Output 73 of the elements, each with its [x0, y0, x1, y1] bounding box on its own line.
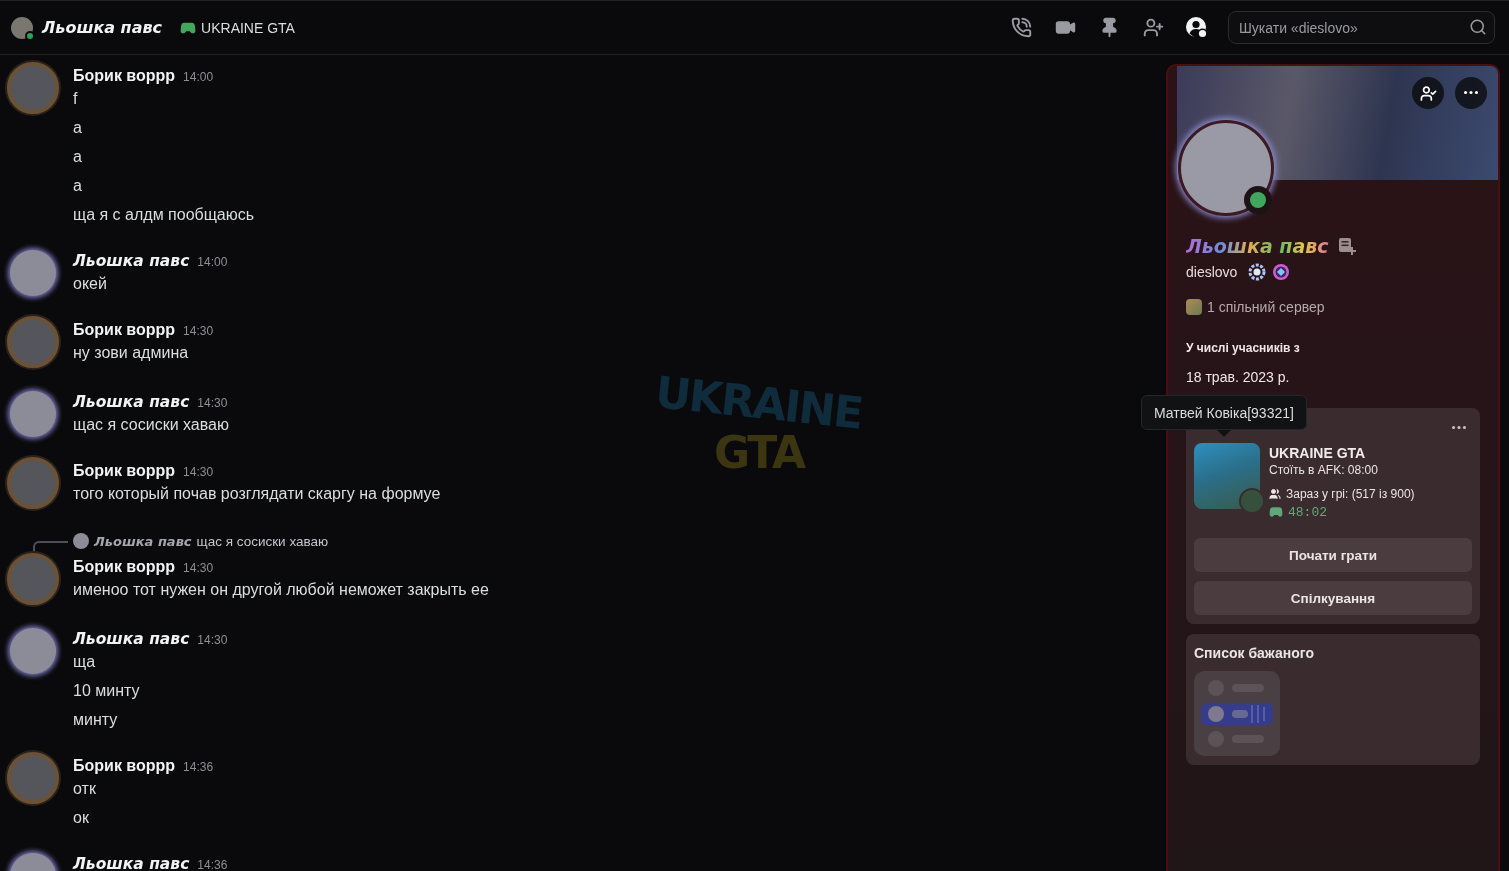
message-text: 10 минту	[73, 681, 140, 701]
timestamp: 14:30	[197, 396, 228, 410]
message-text: минту	[73, 710, 118, 730]
reply-preview[interactable]: щас я сосиски хаваю	[196, 533, 329, 549]
activity-button[interactable]: Спілкування	[1194, 581, 1472, 615]
avatar-placeholder[interactable]	[73, 533, 89, 549]
game-title: UKRAINE GTA	[1269, 444, 1366, 462]
people-icon	[1269, 488, 1281, 500]
note-icon[interactable]	[1337, 237, 1356, 255]
search-icon[interactable]	[1469, 18, 1487, 36]
wishlist-title: Список бажаного	[1194, 644, 1314, 662]
tooltip: Матвей Ковіка[93321]	[1141, 395, 1307, 430]
ellipsis-icon[interactable]	[1452, 426, 1466, 430]
message-text: а	[73, 147, 82, 167]
search-field[interactable]: Шукати «dieslovo»	[1228, 11, 1495, 44]
timestamp: 14:30	[183, 324, 214, 338]
timestamp: 14:36	[183, 760, 214, 774]
friend-button[interactable]	[1412, 77, 1444, 109]
add-person-icon[interactable]	[1142, 17, 1164, 38]
section-label: У числі учасників з	[1186, 340, 1300, 356]
avatar-placeholder[interactable]	[10, 391, 56, 437]
username: dieslovo	[1186, 264, 1238, 280]
message-text: щас я сосиски хаваю	[73, 415, 229, 435]
avatar-placeholder[interactable]	[10, 628, 56, 674]
author-name[interactable]: Борик воррр	[73, 556, 176, 578]
author-name[interactable]: Борик воррр	[73, 65, 176, 87]
author-name[interactable]: Борик воррр	[73, 460, 176, 482]
party-size: Зараз у грі: (517 із 900)	[1286, 487, 1415, 501]
message-text: а	[73, 118, 82, 138]
diamond-badge-icon[interactable]	[1272, 263, 1291, 281]
message-text: ща я с алдм пообщаюсь	[73, 205, 255, 225]
channel-title: Льошка павс	[42, 18, 163, 37]
message-text: именоо тот нужен он другой любой неможет закрыть ее	[73, 580, 489, 600]
author-name[interactable]: Льошка павс	[73, 391, 190, 413]
author-name[interactable]: Борик воррр	[73, 755, 176, 777]
avatar-placeholder[interactable]	[11, 16, 33, 39]
timestamp: 14:36	[197, 858, 228, 871]
server-icon	[1186, 299, 1202, 315]
mutual-servers-link[interactable]: 1 спільний сервер	[1207, 299, 1325, 315]
ellipsis-icon	[1464, 91, 1478, 95]
gamepad-icon	[1269, 505, 1283, 519]
timestamp: 14:30	[197, 633, 228, 647]
more-button[interactable]	[1455, 77, 1487, 109]
message-text: ну зови админа	[73, 343, 189, 363]
tooltip-pointer-icon	[1216, 430, 1231, 437]
ring-badge-icon[interactable]	[1247, 262, 1268, 282]
phone-icon[interactable]	[1010, 17, 1032, 38]
message-text: ща	[73, 652, 96, 672]
member-since-date: 18 трав. 2023 р.	[1186, 368, 1290, 387]
profile-icon[interactable]	[1186, 16, 1208, 39]
message-text: а	[73, 176, 82, 196]
message-text: ок	[73, 808, 89, 828]
person-check-icon	[1419, 84, 1437, 102]
message-text: того который почав розглядати скаргу на формуе	[73, 484, 441, 504]
timestamp: 14:00	[197, 255, 228, 269]
message-text: отк	[73, 779, 96, 799]
reply-author[interactable]: Льошка павс	[94, 533, 192, 549]
timestamp: 14:00	[183, 70, 214, 84]
author-name[interactable]: Борик воррр	[73, 319, 176, 341]
avatar-placeholder[interactable]	[10, 250, 56, 296]
author-name[interactable]: Льошка павс	[73, 250, 190, 272]
activity-status: UKRAINE GTA	[201, 19, 295, 36]
activity-button[interactable]: Почати грати	[1194, 538, 1472, 572]
author-name[interactable]: Льошка павс	[73, 853, 190, 871]
wishlist-tile[interactable]	[1194, 671, 1280, 756]
message-text: f	[73, 89, 78, 109]
timestamp: 14:30	[183, 465, 214, 479]
avatar-placeholder[interactable]	[1178, 120, 1274, 216]
elapsed-time: 48:02	[1288, 504, 1327, 520]
timestamp: 14:30	[183, 561, 214, 575]
game-state: Стоїть в AFK: 08:00	[1269, 462, 1378, 478]
message-text: окей	[73, 274, 107, 294]
author-name[interactable]: Льошка павс	[73, 628, 190, 650]
